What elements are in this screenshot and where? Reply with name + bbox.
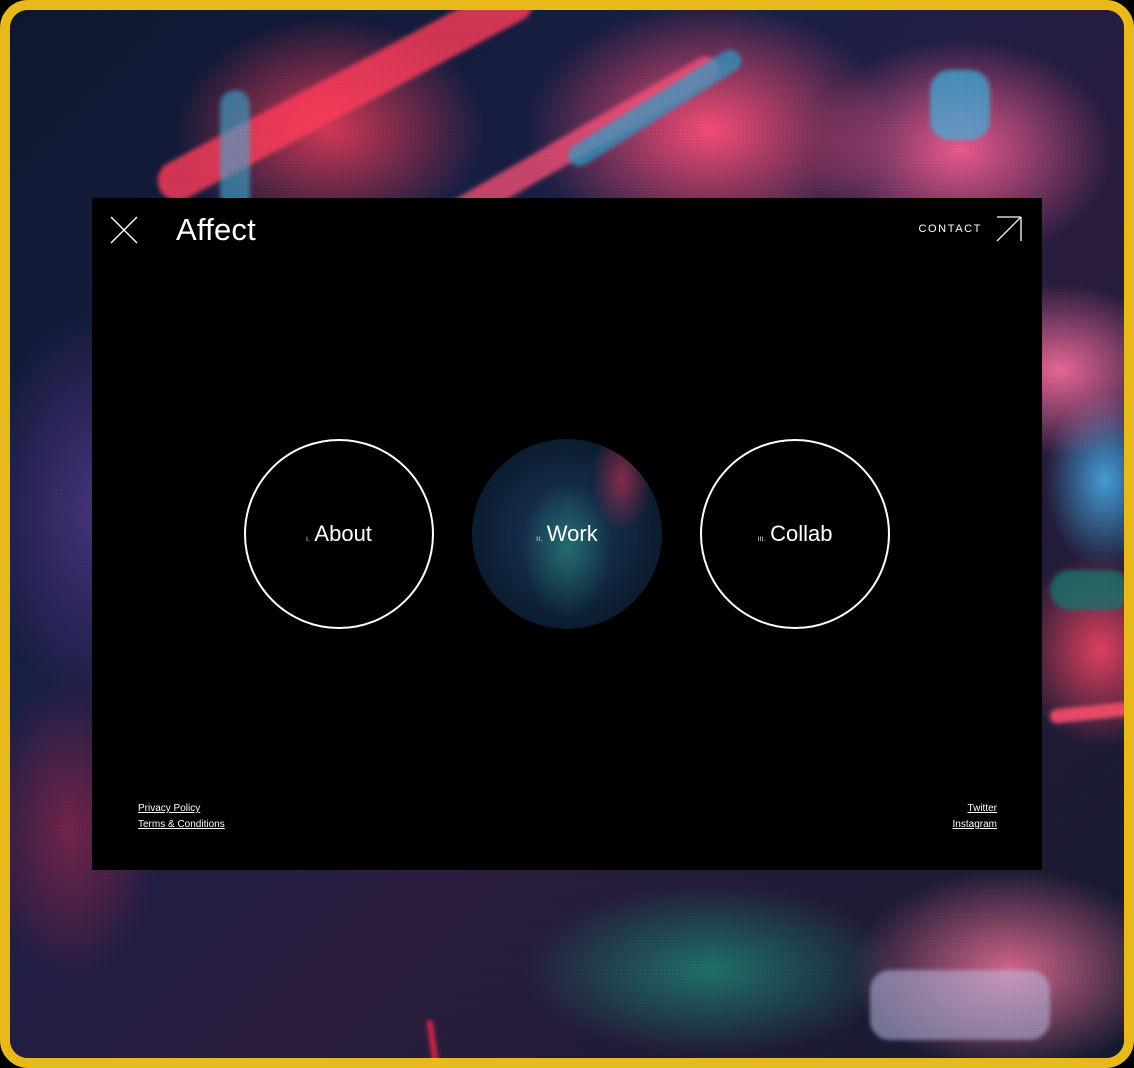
nav-label-about: I. About bbox=[306, 521, 372, 547]
nav-numeral: III. bbox=[757, 537, 767, 543]
nav-circle-work[interactable]: II. Work bbox=[472, 439, 662, 629]
contact-link[interactable]: CONTACT bbox=[918, 216, 1022, 242]
nav-text: Work bbox=[546, 521, 598, 546]
image-stripe bbox=[472, 439, 508, 549]
footer-social-links: Twitter Instagram bbox=[953, 802, 997, 832]
nav-label-collab: III. Collab bbox=[757, 521, 832, 547]
brand-logo[interactable]: Affect bbox=[176, 212, 256, 248]
nav-label-work: II. Work bbox=[536, 521, 597, 547]
nav-circle-about[interactable]: I. About bbox=[244, 439, 434, 629]
main-window: Affect CONTACT I. About II. Work III. Co… bbox=[92, 198, 1042, 870]
nav-text: Collab bbox=[770, 521, 833, 546]
nav-text: About bbox=[314, 521, 372, 546]
terms-link[interactable]: Terms & Conditions bbox=[138, 818, 225, 832]
twitter-link[interactable]: Twitter bbox=[968, 802, 997, 816]
footer-legal-links: Privacy Policy Terms & Conditions bbox=[138, 802, 225, 832]
nav-numeral: I. bbox=[306, 537, 311, 543]
nav-circle-collab[interactable]: III. Collab bbox=[700, 439, 890, 629]
contact-label: CONTACT bbox=[918, 223, 982, 235]
close-icon bbox=[110, 216, 138, 244]
close-button[interactable] bbox=[110, 216, 138, 244]
privacy-policy-link[interactable]: Privacy Policy bbox=[138, 802, 225, 816]
arrow-up-right-icon bbox=[996, 216, 1022, 242]
instagram-link[interactable]: Instagram bbox=[953, 818, 997, 832]
nav-numeral: II. bbox=[536, 537, 543, 543]
